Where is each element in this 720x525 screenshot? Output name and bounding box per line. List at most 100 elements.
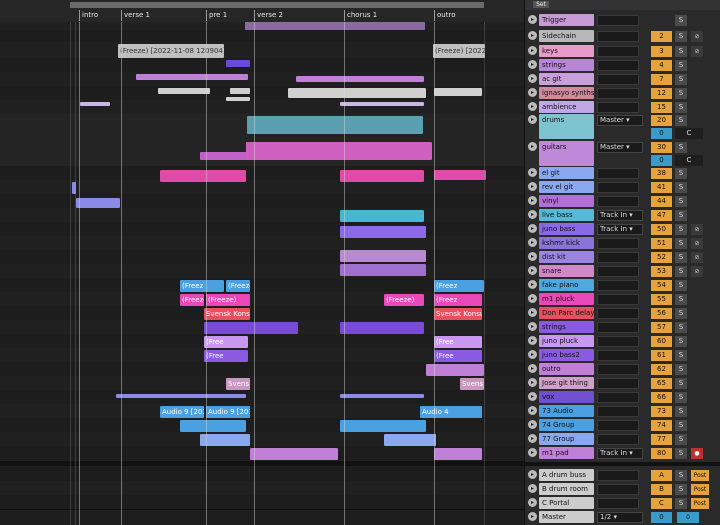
- track-activator-icon[interactable]: ▸: [528, 142, 537, 151]
- solo-button[interactable]: S: [675, 484, 687, 495]
- group-value[interactable]: 0: [651, 128, 672, 139]
- arm-button[interactable]: ⊘: [691, 252, 703, 263]
- cue-volume[interactable]: 0: [677, 512, 699, 523]
- post-button[interactable]: Post: [691, 470, 709, 481]
- track-activator-icon[interactable]: ▸: [528, 238, 537, 247]
- track-number[interactable]: 53: [651, 266, 672, 277]
- solo-button[interactable]: S: [675, 280, 687, 291]
- clip[interactable]: [340, 264, 426, 276]
- clip[interactable]: (Freez: [180, 280, 224, 292]
- clip[interactable]: [340, 170, 424, 182]
- track-activator-icon[interactable]: ▸: [528, 182, 537, 191]
- track-name[interactable]: ac git: [539, 73, 594, 85]
- clip[interactable]: (Freeze) [2022: [433, 44, 485, 58]
- clip[interactable]: [158, 88, 210, 94]
- clip[interactable]: [340, 210, 424, 222]
- track-name[interactable]: vinyl: [539, 195, 594, 207]
- solo-button[interactable]: S: [675, 420, 687, 431]
- track-activator-icon[interactable]: ▸: [528, 210, 537, 219]
- clip[interactable]: [226, 97, 250, 101]
- solo-button[interactable]: S: [675, 15, 687, 26]
- track-name[interactable]: rev el git: [539, 181, 594, 193]
- solo-button[interactable]: S: [675, 142, 687, 153]
- track-name[interactable]: ambience: [539, 101, 594, 113]
- solo-button[interactable]: S: [675, 378, 687, 389]
- solo-button[interactable]: S: [675, 196, 687, 207]
- track-name[interactable]: m1 pluck: [539, 293, 594, 305]
- track-name[interactable]: Trigger: [539, 14, 594, 26]
- track-name[interactable]: m1 pad: [539, 447, 594, 459]
- solo-button[interactable]: S: [675, 294, 687, 305]
- track-number[interactable]: 60: [651, 336, 672, 347]
- track-activator-icon[interactable]: ▸: [528, 308, 537, 317]
- clip[interactable]: Svens: [460, 378, 484, 390]
- solo-button[interactable]: S: [675, 102, 687, 113]
- solo-button[interactable]: S: [675, 182, 687, 193]
- post-button[interactable]: Post: [691, 484, 709, 495]
- clip[interactable]: [136, 74, 248, 80]
- track-number[interactable]: 2: [651, 31, 672, 42]
- clip[interactable]: [296, 76, 424, 82]
- track-number[interactable]: 3: [651, 46, 672, 57]
- solo-button[interactable]: S: [675, 336, 687, 347]
- track-name[interactable]: snare: [539, 265, 594, 277]
- track-number[interactable]: 41: [651, 182, 672, 193]
- track-activator-icon[interactable]: ▸: [528, 420, 537, 429]
- track-activator-icon[interactable]: ▸: [528, 378, 537, 387]
- arm-button[interactable]: ⊘: [691, 224, 703, 235]
- track-number[interactable]: 57: [651, 322, 672, 333]
- arrangement-ruler[interactable]: intro verse 1 pre 1 verse 2 chorus 1 outro: [0, 0, 524, 23]
- track-number[interactable]: 15: [651, 102, 672, 113]
- track-name[interactable]: juno pluck: [539, 335, 594, 347]
- clip[interactable]: Svens: [226, 378, 250, 390]
- clip[interactable]: [340, 322, 424, 334]
- track-number[interactable]: 54: [651, 280, 672, 291]
- solo-button[interactable]: S: [675, 238, 687, 249]
- clip[interactable]: (Free: [434, 350, 482, 362]
- clip[interactable]: (Free: [204, 336, 248, 348]
- clip[interactable]: [340, 250, 426, 262]
- solo-button[interactable]: S: [675, 46, 687, 57]
- clip[interactable]: [340, 420, 426, 432]
- track-activator-icon[interactable]: ▸: [528, 31, 537, 40]
- track-number[interactable]: 51: [651, 238, 672, 249]
- clip[interactable]: [246, 142, 432, 160]
- solo-button[interactable]: S: [675, 224, 687, 235]
- clip[interactable]: (Free: [434, 336, 482, 348]
- arm-button[interactable]: ⊘: [691, 266, 703, 277]
- solo-button[interactable]: S: [675, 60, 687, 71]
- return-letter[interactable]: C: [651, 498, 672, 509]
- track-activator-icon[interactable]: ▸: [528, 336, 537, 345]
- track-activator-icon[interactable]: ▸: [528, 322, 537, 331]
- track-number[interactable]: 20: [651, 115, 672, 126]
- clip[interactable]: [434, 88, 482, 96]
- track-number[interactable]: 66: [651, 392, 672, 403]
- return-name[interactable]: B drum room: [539, 483, 594, 495]
- clip[interactable]: [245, 22, 425, 30]
- track-activator-icon[interactable]: ▸: [528, 46, 537, 55]
- group-value[interactable]: 0: [651, 155, 672, 166]
- master-volume[interactable]: 0: [651, 512, 672, 523]
- clip[interactable]: Svensk Konsult: [434, 308, 482, 320]
- solo-button[interactable]: S: [675, 470, 687, 481]
- track-activator-icon[interactable]: ▸: [528, 266, 537, 275]
- track-name[interactable]: guitars: [539, 141, 594, 166]
- solo-button[interactable]: S: [675, 168, 687, 179]
- track-number[interactable]: 80: [651, 448, 672, 459]
- solo-button[interactable]: S: [675, 252, 687, 263]
- return-letter[interactable]: B: [651, 484, 672, 495]
- track-name[interactable]: 73 Audio: [539, 405, 594, 417]
- track-activator-icon[interactable]: ▸: [528, 196, 537, 205]
- track-name[interactable]: strings: [539, 321, 594, 333]
- clip[interactable]: (Freeze): [206, 294, 250, 306]
- arm-button[interactable]: ●: [691, 448, 703, 459]
- track-name[interactable]: vox: [539, 391, 594, 403]
- clip[interactable]: Audio 4: [420, 406, 482, 418]
- track-name[interactable]: dist kit: [539, 251, 594, 263]
- clip[interactable]: (Freez: [434, 280, 484, 292]
- master-name[interactable]: Master: [539, 511, 594, 523]
- track-number[interactable]: 4: [651, 60, 672, 71]
- track-number[interactable]: 38: [651, 168, 672, 179]
- track-number[interactable]: 62: [651, 364, 672, 375]
- track-activator-icon[interactable]: ▸: [528, 15, 537, 24]
